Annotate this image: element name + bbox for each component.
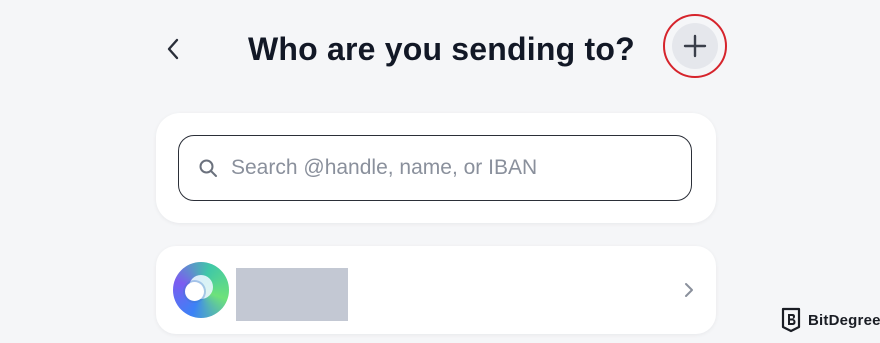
add-recipient-button[interactable] bbox=[663, 14, 727, 78]
chevron-left-icon bbox=[167, 38, 179, 60]
search-box[interactable] bbox=[178, 135, 692, 201]
plus-icon bbox=[683, 34, 707, 58]
redacted-contact-name bbox=[236, 268, 348, 321]
search-icon bbox=[197, 157, 219, 179]
bitdegree-logo-icon bbox=[780, 307, 802, 333]
back-button[interactable] bbox=[160, 34, 186, 64]
avatar-logo-circle-front bbox=[185, 282, 204, 301]
search-input[interactable] bbox=[229, 155, 673, 181]
contact-row[interactable] bbox=[156, 246, 716, 334]
page-title: Who are you sending to? bbox=[248, 31, 635, 67]
avatar bbox=[173, 262, 229, 318]
watermark: BitDegree bbox=[780, 306, 880, 334]
watermark-text: BitDegree bbox=[808, 311, 880, 329]
chevron-right-icon bbox=[682, 280, 696, 300]
header: Who are you sending to? bbox=[0, 0, 880, 100]
add-button-background bbox=[672, 23, 718, 69]
search-card bbox=[156, 113, 716, 223]
